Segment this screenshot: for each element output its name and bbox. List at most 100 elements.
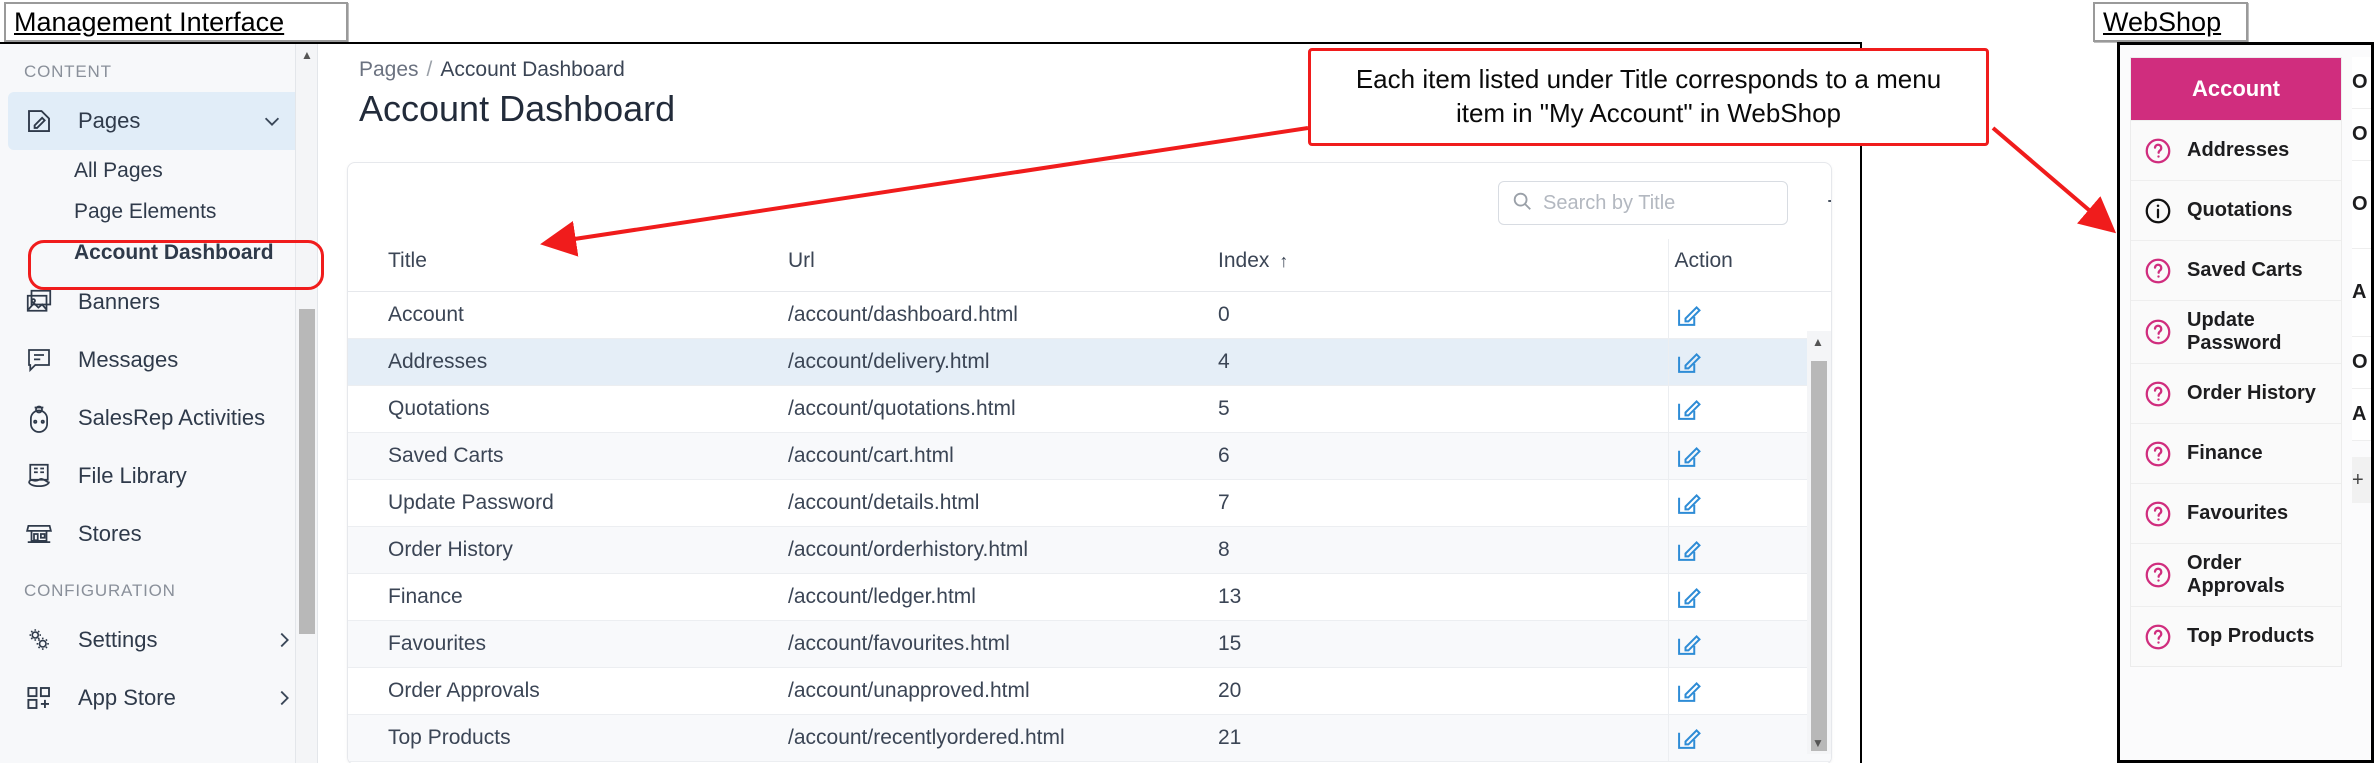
column-header-index[interactable]: Index ↑ <box>1218 239 1668 292</box>
sidebar-item-settings-label: Settings <box>78 627 273 653</box>
webshop-menu-item-label: Quotations <box>2187 199 2293 222</box>
table-row[interactable]: Finance/account/ledger.html13 <box>348 574 1832 621</box>
table-row[interactable]: Top Products/account/recentlyordered.htm… <box>348 715 1832 762</box>
webshop-menu-item[interactable]: Quotations <box>2131 180 2341 240</box>
cell-title: Order Approvals <box>348 668 788 715</box>
sidebar-item-settings[interactable]: Settings <box>0 611 317 669</box>
cell-title: Favourites <box>348 621 788 668</box>
sidebar-item-file-library[interactable]: File Library <box>0 447 317 505</box>
sidebar-scrollbar-thumb[interactable] <box>299 309 315 634</box>
table-row[interactable]: Update Password/account/details.html7 <box>348 480 1832 527</box>
cell-title: Order History <box>348 527 788 574</box>
clipped-button[interactable]: + <box>2352 457 2374 503</box>
column-header-index-label: Index <box>1218 249 1269 272</box>
column-header-url[interactable]: Url <box>788 239 1218 292</box>
arrow-to-webshop-menu <box>1993 128 2110 228</box>
chevron-right-icon[interactable] <box>273 687 295 709</box>
cell-title: Update Password <box>348 480 788 527</box>
webshop-menu-item[interactable]: Top Products <box>2131 606 2341 666</box>
sidebar: CONTENT Pages All Pages Pa <box>0 44 318 763</box>
sidebar-item-app-store[interactable]: App Store <box>0 669 317 727</box>
sidebar-item-all-pages[interactable]: All Pages <box>0 150 317 191</box>
table-header-row: Title Url Index↑ Action <box>348 239 1832 292</box>
webshop-body: Account Addresses Quotations Saved CartsUp… <box>2120 45 2371 760</box>
annotation-callout: Each item listed under Title corresponds… <box>1308 48 1989 146</box>
cell-url: /account/dashboard.html <box>788 292 1218 339</box>
sidebar-item-salesrep-activities[interactable]: SalesRep Activities <box>0 389 317 447</box>
clipped-text: A <box>2352 249 2374 337</box>
banners-icon <box>24 287 60 317</box>
clipped-text: O <box>2352 337 2374 389</box>
main-content: Pages/Account Dashboard Account Dashboar… <box>319 44 1860 763</box>
pages-table: Title Url Index↑ Action Account/account/… <box>348 239 1832 762</box>
pages-icon <box>24 106 60 136</box>
scroll-up-icon[interactable]: ▲ <box>1807 331 1829 353</box>
table-row[interactable]: Account/account/dashboard.html0 <box>348 292 1832 339</box>
sort-ascending-icon: ↑ <box>1279 251 1288 271</box>
column-header-title[interactable]: Title <box>348 239 788 292</box>
gear-icon[interactable] <box>1820 181 1832 221</box>
webshop-menu-item[interactable]: Favourites <box>2131 483 2341 543</box>
table-scrollbar[interactable]: ▲ ▼ <box>1807 331 1831 754</box>
table-row[interactable]: Order History/account/orderhistory.html8 <box>348 527 1832 574</box>
screenshot-stage: Management Interface WebShop CONTENT Pag… <box>0 0 2374 763</box>
table-row[interactable]: Addresses/account/delivery.html4 <box>348 339 1832 386</box>
sidebar-item-pages-label: Pages <box>78 108 261 134</box>
sidebar-item-page-elements[interactable]: Page Elements <box>0 191 317 232</box>
webshop-menu-item-label: Order History <box>2187 382 2316 405</box>
sidebar-item-all-pages-label: All Pages <box>74 159 163 183</box>
sidebar-section-content: CONTENT <box>0 44 317 92</box>
sidebar-item-messages[interactable]: Messages <box>0 331 317 389</box>
sidebar-item-account-dashboard[interactable]: Account Dashboard <box>0 232 317 273</box>
table-scrollbar-thumb[interactable] <box>1811 361 1827 751</box>
webshop-menu-item[interactable]: Finance <box>2131 423 2341 483</box>
cell-index: 5 <box>1218 386 1668 433</box>
stores-icon <box>24 519 60 549</box>
sidebar-item-messages-label: Messages <box>78 347 317 373</box>
webshop-menu-item[interactable]: Saved Carts <box>2131 240 2341 300</box>
messages-icon <box>24 345 60 375</box>
cell-url: /account/cart.html <box>788 433 1218 480</box>
scroll-up-icon[interactable]: ▲ <box>296 44 318 66</box>
sidebar-item-pages[interactable]: Pages <box>8 92 305 150</box>
webshop-label-text: WebShop <box>2103 7 2221 38</box>
chevron-right-icon[interactable] <box>273 629 295 651</box>
management-interface-label: Management Interface <box>4 2 348 42</box>
breadcrumb-root[interactable]: Pages <box>359 58 419 81</box>
search-box[interactable] <box>1498 181 1788 225</box>
cell-url: /account/details.html <box>788 480 1218 527</box>
sidebar-item-banners[interactable]: Banners <box>0 273 317 331</box>
webshop-menu-item-label: Favourites <box>2187 502 2288 525</box>
webshop-clipped-column: O O O A O A + <box>2352 57 2374 760</box>
webshop-menu-item[interactable]: Order History <box>2131 363 2341 423</box>
edit-icon[interactable] <box>1675 301 1833 329</box>
table-toolbar <box>348 163 1831 239</box>
table-row[interactable]: Quotations/account/quotations.html5 <box>348 386 1832 433</box>
management-interface-window: CONTENT Pages All Pages Pa <box>0 42 1862 763</box>
sidebar-item-file-library-label: File Library <box>78 463 317 489</box>
sidebar-item-stores[interactable]: Stores <box>0 505 317 563</box>
table-row[interactable]: Favourites/account/favourites.html15 <box>348 621 1832 668</box>
cell-index: 21 <box>1218 715 1668 762</box>
clipped-text: O <box>2352 57 2374 109</box>
question-circle-icon <box>2141 499 2175 529</box>
cell-index: 0 <box>1218 292 1668 339</box>
clipped-text: O <box>2352 161 2374 249</box>
table-row[interactable]: Order Approvals/account/unapproved.html2… <box>348 668 1832 715</box>
sidebar-section-configuration: CONFIGURATION <box>0 563 317 611</box>
webshop-menu-item[interactable]: Order Approvals <box>2131 543 2341 606</box>
my-account-menu-title: Account <box>2131 58 2341 120</box>
webshop-menu-item[interactable]: Addresses <box>2131 120 2341 180</box>
webshop-menu-item[interactable]: Update Password <box>2131 300 2341 363</box>
sidebar-scrollbar[interactable]: ▲ <box>295 44 317 763</box>
question-circle-icon <box>2141 136 2175 166</box>
search-input[interactable] <box>1543 192 1775 215</box>
search-icon <box>1511 190 1533 217</box>
cell-title: Finance <box>348 574 788 621</box>
table-row[interactable]: Saved Carts/account/cart.html6 <box>348 433 1832 480</box>
chevron-down-icon[interactable] <box>261 110 283 132</box>
cell-index: 15 <box>1218 621 1668 668</box>
file-library-icon <box>24 461 60 491</box>
scroll-down-icon[interactable]: ▼ <box>1807 732 1829 754</box>
sidebar-item-stores-label: Stores <box>78 521 317 547</box>
